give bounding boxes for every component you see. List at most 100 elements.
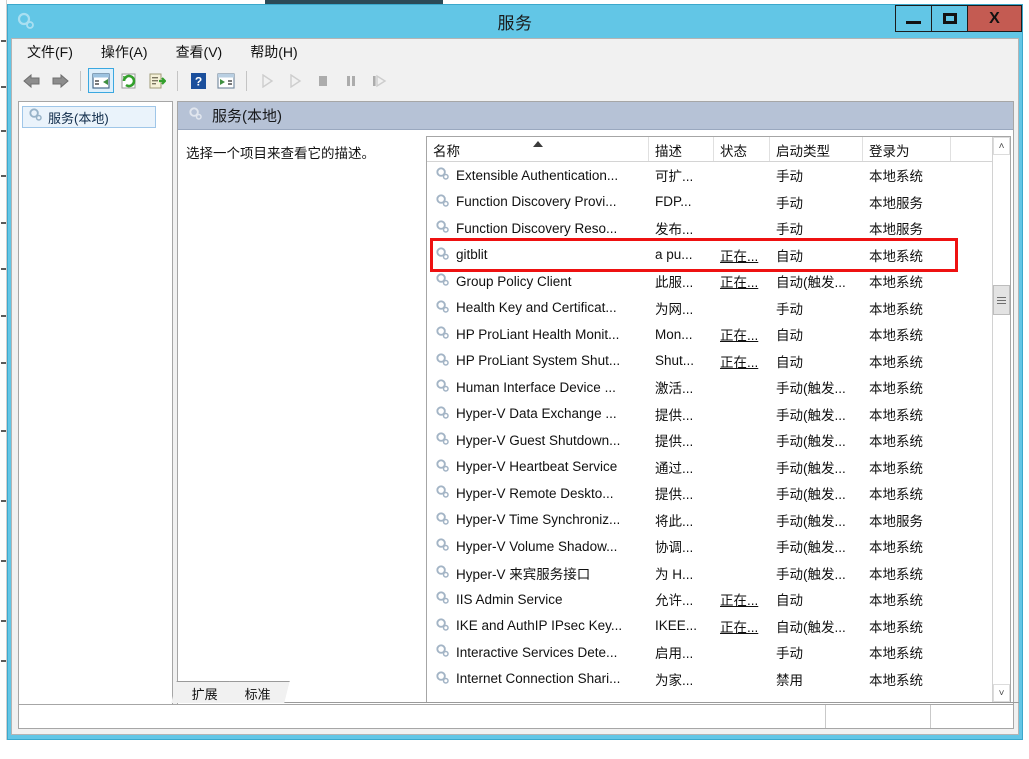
service-name-label: Hyper-V Guest Shutdown...	[456, 432, 621, 448]
menu-bar: 文件(F) 操作(A) 查看(V) 帮助(H)	[12, 39, 1018, 65]
service-name-label: Hyper-V Volume Shadow...	[456, 538, 618, 554]
cell-log-on-as: 本地系统	[869, 487, 923, 503]
cell-log-on-as: 本地系统	[869, 407, 923, 423]
table-row[interactable]: Hyper-V 来宾服务接口 为 H... 手动(触发... 本地系统	[427, 560, 1010, 587]
table-row[interactable]: Hyper-V Remote Deskto... 提供... 手动(触发... 本地系…	[427, 480, 1010, 507]
cell-description: 发布...	[655, 222, 694, 238]
cell-log-on-as: 本地系统	[869, 328, 923, 344]
minimize-button[interactable]	[895, 5, 931, 32]
cell-startup-type: 手动(触发...	[776, 540, 846, 556]
table-row[interactable]: Hyper-V Time Synchroniz... 将此... 手动(触发... 本…	[427, 507, 1010, 534]
tab-standard[interactable]: 标准	[224, 681, 290, 703]
service-gear-icon	[435, 537, 450, 555]
details-body: 选择一个项目来查看它的描述。 名称 描述 状态 启动类型 登录为 Extensi…	[178, 130, 1013, 705]
service-gear-icon	[435, 299, 450, 317]
table-row[interactable]: HP ProLiant System Shut... Shut... 正在... 自动…	[427, 348, 1010, 375]
export-list-icon[interactable]	[144, 68, 170, 93]
details-header: 服务(本地)	[178, 102, 1013, 130]
cell-service-name: Hyper-V Volume Shadow...	[427, 537, 649, 555]
panels-container: 服务(本地) 服务(本地) 选择一个项目来查看它的描述。 名称 描述 状态 启动…	[18, 101, 1014, 706]
menu-help[interactable]: 帮助(H)	[247, 40, 300, 64]
help-icon[interactable]: ?	[185, 68, 211, 93]
service-gear-icon	[435, 166, 450, 184]
table-row[interactable]: Health Key and Certificat... 为网... 手动 本地系统	[427, 295, 1010, 322]
table-row[interactable]: Hyper-V Data Exchange ... 提供... 手动(触发... 本地…	[427, 401, 1010, 428]
table-row[interactable]: HP ProLiant Health Monit... Mon... 正在... 自动…	[427, 321, 1010, 348]
toolbar-separator	[246, 70, 247, 91]
view-tabs: 扩展 标准	[171, 680, 1019, 703]
table-row[interactable]: Hyper-V Volume Shadow... 协调... 手动(触发... 本地系…	[427, 533, 1010, 560]
cell-startup-type: 自动(触发...	[776, 619, 846, 635]
scroll-up-icon[interactable]: ˄	[993, 137, 1010, 155]
service-name-label: IKE and AuthIP IPsec Key...	[456, 618, 623, 634]
table-row[interactable]: Human Interface Device ... 激活... 手动(触发... 本…	[427, 374, 1010, 401]
service-gear-icon	[435, 643, 450, 661]
table-row[interactable]: Function Discovery Reso... 发布... 手动 本地服务	[427, 215, 1010, 242]
cell-service-name: Human Interface Device ...	[427, 378, 649, 396]
column-header-log-on-as[interactable]: 登录为	[863, 137, 951, 161]
table-row[interactable]: Hyper-V Heartbeat Service 通过... 手动(触发... 本地…	[427, 454, 1010, 481]
service-name-label: IIS Admin Service	[456, 591, 563, 607]
cell-service-name: HP ProLiant Health Monit...	[427, 325, 649, 343]
back-arrow-icon[interactable]	[19, 68, 45, 93]
service-gear-icon	[435, 458, 450, 476]
cell-status: 正在...	[720, 248, 759, 264]
table-row[interactable]: Hyper-V Guest Shutdown... 提供... 手动(触发... 本地…	[427, 427, 1010, 454]
cell-startup-type: 手动	[776, 222, 803, 238]
cell-service-name: Interactive Services Dete...	[427, 643, 649, 661]
service-gear-icon	[435, 511, 450, 529]
vertical-scrollbar[interactable]: ˄ ˅	[992, 137, 1010, 702]
cell-description: 为 H...	[655, 566, 694, 582]
menu-view[interactable]: 查看(V)	[173, 40, 226, 64]
service-gear-icon	[435, 484, 450, 502]
table-row[interactable]: Extensible Authentication... 可扩... 手动 本地系统	[427, 162, 1010, 189]
service-name-label: gitblit	[456, 247, 488, 263]
column-header-description[interactable]: 描述	[649, 137, 714, 161]
service-name-label: Hyper-V Data Exchange ...	[456, 406, 617, 422]
table-row[interactable]: gitblit a pu... 正在... 自动 本地系统	[427, 242, 1010, 269]
status-segment-left	[19, 705, 826, 728]
cell-service-name: Hyper-V Remote Deskto...	[427, 484, 649, 502]
cell-description: 提供...	[655, 434, 694, 450]
tab-extended-label: 扩展	[191, 686, 218, 702]
cell-description: 激活...	[655, 381, 694, 397]
table-row[interactable]: Function Discovery Provi... FDP... 手动 本地服务	[427, 189, 1010, 216]
table-row[interactable]: Interactive Services Dete... 启用... 手动 本地系统	[427, 639, 1010, 666]
table-row[interactable]: IIS Admin Service 允许... 正在... 自动 本地系统	[427, 586, 1010, 613]
table-row[interactable]: Group Policy Client 此服... 正在... 自动(触发... 本地系…	[427, 268, 1010, 295]
services-gear-icon	[28, 107, 43, 127]
menu-file[interactable]: 文件(F)	[24, 40, 76, 64]
cell-service-name: IIS Admin Service	[427, 590, 649, 608]
restart-service-icon	[366, 68, 392, 93]
cell-startup-type: 自动	[776, 328, 803, 344]
cell-startup-type: 自动	[776, 593, 803, 609]
cell-startup-type: 手动	[776, 301, 803, 317]
cell-service-name: gitblit	[427, 246, 649, 264]
column-header-status[interactable]: 状态	[714, 137, 770, 161]
table-body[interactable]: Extensible Authentication... 可扩... 手动 本地系统 F…	[427, 162, 1010, 702]
service-gear-icon	[435, 590, 450, 608]
show-action-pane-icon[interactable]	[213, 68, 239, 93]
service-name-label: Function Discovery Reso...	[456, 220, 618, 236]
column-header-startup-type[interactable]: 启动类型	[770, 137, 863, 161]
sort-ascending-icon	[532, 141, 543, 147]
table-row[interactable]: IKE and AuthIP IPsec Key... IKEE... 正在... 自…	[427, 613, 1010, 640]
menu-action[interactable]: 操作(A)	[98, 40, 151, 64]
cell-log-on-as: 本地系统	[869, 646, 923, 662]
cell-log-on-as: 本地服务	[869, 222, 923, 238]
sidebar-item-services-local[interactable]: 服务(本地)	[22, 106, 156, 128]
column-header-name[interactable]: 名称	[427, 137, 649, 161]
close-button[interactable]: X	[967, 5, 1022, 32]
forward-arrow-icon[interactable]	[47, 68, 73, 93]
show-hide-console-tree-icon[interactable]	[88, 68, 114, 93]
maximize-button[interactable]	[931, 5, 967, 32]
service-name-label: Human Interface Device ...	[456, 379, 616, 395]
cell-startup-type: 手动(触发...	[776, 487, 846, 503]
scrollbar-thumb[interactable]	[993, 285, 1010, 315]
cell-log-on-as: 本地系统	[869, 593, 923, 609]
refresh-icon[interactable]	[116, 68, 142, 93]
service-gear-icon	[435, 405, 450, 423]
cell-startup-type: 手动(触发...	[776, 566, 846, 582]
cell-startup-type: 手动(触发...	[776, 407, 846, 423]
window-title: 服务	[497, 14, 533, 33]
